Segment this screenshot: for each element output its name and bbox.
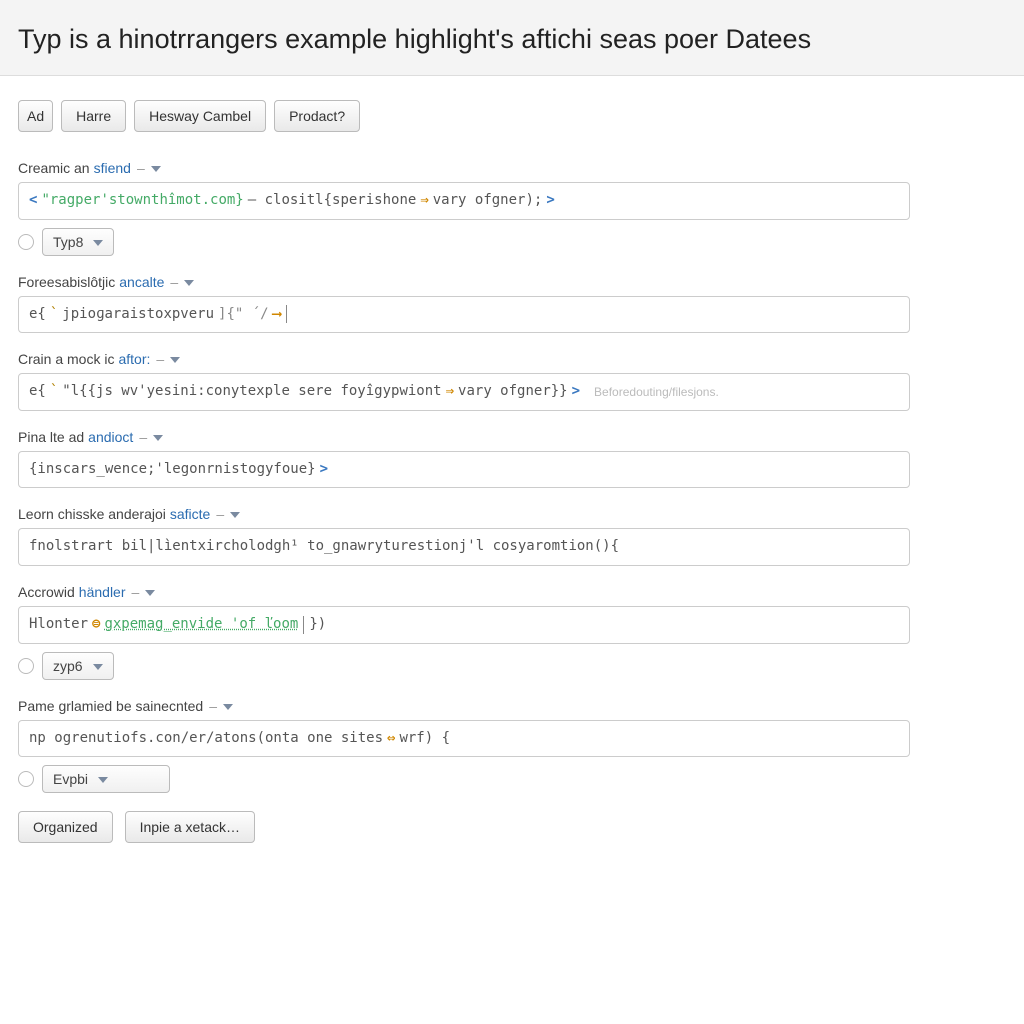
code-input[interactable]: np ogrenutiofs.con/er/atons(onta one sit… <box>18 720 910 758</box>
header-bar: Typ is a hinotrrangers example highlight… <box>0 0 1024 76</box>
label-link[interactable]: andioct <box>88 429 133 445</box>
code-input[interactable]: e{ ` jpioɡaraistoxpveru ]{" ´/ ⟶ <box>18 296 910 334</box>
label-text: Crain a mock ic <box>18 351 114 367</box>
field-leorn: Leorn chisske anderajoi saficte – fnolst… <box>18 506 1006 566</box>
option-row: Typ8 <box>18 228 1006 256</box>
radio-icon[interactable] <box>18 658 34 674</box>
chevron-down-icon[interactable] <box>145 590 155 596</box>
field-label: Crain a mock ic aftor: – <box>18 351 1006 367</box>
inpie-xetack-button[interactable]: Inpie a xetack… <box>125 811 255 843</box>
dash: – <box>137 160 145 176</box>
radio-icon[interactable] <box>18 771 34 787</box>
chevron-down-icon <box>93 240 103 246</box>
ad-button[interactable]: Ad <box>18 100 53 132</box>
field-label: Pame grlamied be sainecnted – <box>18 698 1006 714</box>
field-pina: Pina lte ad andioct – {inscars_wence;'le… <box>18 429 1006 489</box>
dash: – <box>209 698 217 714</box>
option-row: Evpbi <box>18 765 1006 793</box>
label-link[interactable]: händler <box>79 584 126 600</box>
field-pame: Pame grlamied be sainecnted – np ogrenut… <box>18 698 1006 794</box>
label-text: Pame grlamied be sainecnted <box>18 698 203 714</box>
chevron-down-icon[interactable] <box>153 435 163 441</box>
label-text: Pina lte ad <box>18 429 84 445</box>
field-label: Foreesabislôtjic ancalte – <box>18 274 1006 290</box>
field-label: Creamic an sfiend – <box>18 160 1006 176</box>
main-content: Ad Harre Hesway Cambel Prodact? Creamic … <box>0 76 1024 883</box>
code-input[interactable]: Hlonter ⊜ gxpemag_envide 'of ľoom }) <box>18 606 910 644</box>
code-input[interactable]: {inscars_wence;'legonrnistogyfoue} > <box>18 451 910 489</box>
dash: – <box>139 429 147 445</box>
caret-icon <box>303 616 304 634</box>
label-text: Accrowid <box>18 584 75 600</box>
radio-icon[interactable] <box>18 234 34 250</box>
field-label: Leorn chisske anderajoi saficte – <box>18 506 1006 522</box>
code-input[interactable]: fnolstrart bil|lìentxircholodgh¹ to_gnaw… <box>18 528 910 566</box>
field-label: Pina lte ad andioct – <box>18 429 1006 445</box>
field-label: Accrowid händler – <box>18 584 1006 600</box>
inline-hint: Beforedouting/filesjons. <box>594 384 719 401</box>
option-row: zyp6 <box>18 652 1006 680</box>
label-text: Leorn chisske anderajoi <box>18 506 166 522</box>
code-input[interactable]: < "ragper'stownthîmot.com} — clositl{spe… <box>18 182 910 220</box>
label-text: Creamic an <box>18 160 90 176</box>
label-link[interactable]: ancalte <box>119 274 164 290</box>
label-text: Foreesabislôtjic <box>18 274 115 290</box>
chevron-down-icon[interactable] <box>184 280 194 286</box>
type-select[interactable]: Typ8 <box>42 228 114 256</box>
harre-button[interactable]: Harre <box>61 100 126 132</box>
dash: – <box>132 584 140 600</box>
dash: – <box>170 274 178 290</box>
field-accrowid: Accrowid händler – Hlonter ⊜ gxpemag_env… <box>18 584 1006 680</box>
chevron-down-icon <box>98 777 108 783</box>
prodact-button[interactable]: Prodact? <box>274 100 360 132</box>
hesway-cambel-button[interactable]: Hesway Cambel <box>134 100 266 132</box>
dash: – <box>216 506 224 522</box>
toolbar: Ad Harre Hesway Cambel Prodact? <box>18 100 1006 132</box>
type-select[interactable]: zyp6 <box>42 652 114 680</box>
label-link[interactable]: saficte <box>170 506 210 522</box>
label-link[interactable]: sfiend <box>94 160 131 176</box>
chevron-down-icon[interactable] <box>170 357 180 363</box>
type-select[interactable]: Evpbi <box>42 765 170 793</box>
code-input[interactable]: e{ ` "l{{js wv'yesini:conytexple sere fo… <box>18 373 910 411</box>
organized-button[interactable]: Organized <box>18 811 113 843</box>
chevron-down-icon[interactable] <box>151 166 161 172</box>
footer-buttons: Organized Inpie a xetack… <box>18 811 1006 843</box>
chevron-down-icon[interactable] <box>223 704 233 710</box>
dash: – <box>156 351 164 367</box>
field-creamic: Creamic an sfiend – < "ragper'stownthîmo… <box>18 160 1006 256</box>
chevron-down-icon <box>93 664 103 670</box>
chevron-down-icon[interactable] <box>230 512 240 518</box>
page-title: Typ is a hinotrrangers example highlight… <box>18 24 1006 55</box>
field-crain: Crain a mock ic aftor: – e{ ` "l{{js wv'… <box>18 351 1006 411</box>
label-link[interactable]: aftor: <box>118 351 150 367</box>
caret-icon <box>286 305 287 323</box>
field-foreesabis: Foreesabislôtjic ancalte – e{ ` jpioɡara… <box>18 274 1006 334</box>
